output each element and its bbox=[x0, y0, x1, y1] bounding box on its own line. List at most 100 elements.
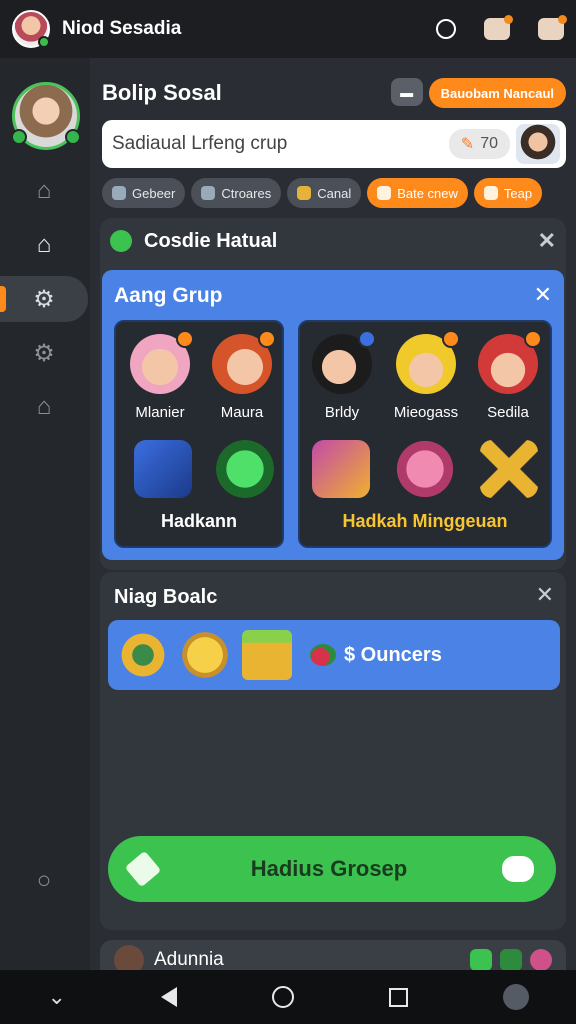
shop-icon[interactable]: ⌂ bbox=[0, 384, 88, 430]
group-card: Cosdie Hatual ✕ Aang Grup ✕ Mlanier Maur… bbox=[100, 218, 566, 570]
chip-bate-cnew[interactable]: Bate cnew bbox=[367, 178, 468, 208]
gear-icon[interactable]: ⚙ bbox=[0, 276, 88, 322]
group-right[interactable]: Brldy Mieogass Sedila Hadkah Minggeuan bbox=[298, 320, 552, 548]
chevron-down-icon[interactable]: ⌄ bbox=[47, 984, 65, 1010]
primary-action-label: Hadius Grosep bbox=[250, 856, 408, 881]
check-icon bbox=[483, 186, 498, 200]
gift-icon bbox=[242, 630, 292, 680]
username-label: Niod Sesadia bbox=[62, 18, 182, 39]
member-name: Maura bbox=[220, 404, 264, 421]
group-left[interactable]: Mlanier Maura Hadkann bbox=[114, 320, 284, 548]
member-avatar bbox=[212, 330, 276, 394]
circle-icon[interactable] bbox=[436, 19, 456, 39]
chip-ctroares[interactable]: Ctroares bbox=[191, 178, 282, 208]
system-nav-bar: ⌄ bbox=[0, 970, 576, 1024]
member-badge bbox=[358, 330, 376, 348]
home-filled-icon[interactable]: ⌂ bbox=[0, 222, 88, 268]
member-mieogass[interactable]: Mieogass bbox=[386, 330, 466, 421]
member-badge bbox=[176, 330, 194, 348]
avatar-badge-left bbox=[11, 129, 27, 145]
phone-item-icon bbox=[134, 440, 192, 498]
assistant-icon[interactable] bbox=[502, 984, 529, 1010]
toolbar-icon-button[interactable]: ▬ bbox=[390, 78, 423, 106]
rewards-strip[interactable]: $ Ouncers bbox=[108, 620, 560, 690]
member-avatar bbox=[396, 330, 460, 394]
pen-icon bbox=[201, 186, 216, 200]
header-action-button[interactable]: Bauobam Nancaul bbox=[428, 78, 566, 108]
chip-gebeer[interactable]: Gebeer bbox=[102, 178, 186, 208]
chip-label: Bate cnew bbox=[397, 185, 458, 201]
group-card-title: Cosdie Hatual bbox=[144, 229, 278, 252]
member-name: Brldy bbox=[324, 404, 360, 421]
currency-label: $ Ouncers bbox=[344, 643, 442, 666]
online-indicator bbox=[38, 36, 50, 48]
gem-item-icon bbox=[396, 440, 454, 498]
filter-chips: Gebeer Ctroares Canal Bate cnew Teap bbox=[102, 178, 543, 208]
chip-teap[interactable]: Teap bbox=[473, 178, 543, 208]
group-panel: Aang Grup ✕ Mlanier Maura Hadkann Brldy … bbox=[102, 270, 564, 560]
currency-label-group: $ Ouncers bbox=[310, 644, 442, 667]
chip-label: Teap bbox=[503, 185, 533, 201]
member-badge bbox=[524, 330, 542, 348]
recents-icon[interactable] bbox=[388, 987, 408, 1007]
search-avatar[interactable] bbox=[516, 124, 560, 164]
coin-icon bbox=[180, 630, 230, 680]
group-panel-title: Aang Grup bbox=[114, 284, 223, 307]
berry-icon bbox=[310, 644, 336, 666]
leaf-icon bbox=[110, 230, 132, 252]
status-bar: Niod Sesadia bbox=[0, 0, 576, 58]
profile-avatar[interactable] bbox=[12, 10, 50, 48]
member-maura[interactable]: Maura bbox=[202, 330, 282, 421]
close-icon[interactable]: ✕ bbox=[538, 228, 556, 254]
chip-canal[interactable]: Canal bbox=[287, 178, 362, 208]
back-icon[interactable] bbox=[160, 987, 177, 1007]
search-placeholder: Sadiaual Lrfeng crup bbox=[112, 133, 288, 154]
group-left-label: Hadkann bbox=[160, 511, 238, 531]
game-icon bbox=[470, 949, 492, 971]
home-outline-icon[interactable]: ⌂ bbox=[0, 168, 88, 214]
chip-label: Ctroares bbox=[221, 185, 272, 201]
candy-icon bbox=[530, 949, 552, 971]
close-icon[interactable]: ✕ bbox=[536, 582, 554, 608]
notification-icon[interactable] bbox=[484, 15, 513, 40]
plant-icon bbox=[500, 949, 522, 971]
tag-icon bbox=[377, 186, 392, 200]
brush-icon bbox=[112, 186, 126, 200]
member-name: Sedila bbox=[487, 404, 529, 421]
sidebar-avatar[interactable] bbox=[11, 82, 81, 150]
primary-action-button[interactable]: Hadius Grosep bbox=[108, 836, 556, 902]
member-name: Mieogass bbox=[393, 404, 459, 421]
search-field[interactable]: Sadiaual Lrfeng crup ✎ 70 bbox=[102, 120, 566, 168]
chip-label: Gebeer bbox=[132, 185, 176, 201]
member-badge bbox=[442, 330, 460, 348]
rewards-card: Niag Boalc ✕ $ Ouncers Hadius Grosep bbox=[100, 572, 566, 930]
search-count-badge[interactable]: ✎ 70 bbox=[448, 129, 510, 159]
emblem-icon bbox=[118, 630, 168, 680]
list-item-label: Adunnia bbox=[154, 949, 224, 970]
chat-bubble-icon bbox=[502, 856, 534, 882]
member-name: Mlanier bbox=[135, 404, 185, 421]
group-right-label: Hadkah Minggeuan bbox=[342, 511, 508, 531]
member-mlanier[interactable]: Mlanier bbox=[120, 330, 200, 421]
member-badge bbox=[258, 330, 276, 348]
sidebar: ⌂ ⌂ ⚙ ⚙ ⌂ ○ bbox=[0, 58, 90, 970]
ring-item-icon bbox=[312, 440, 370, 498]
member-brldy[interactable]: Brldy bbox=[302, 330, 382, 421]
potion-item-icon bbox=[216, 440, 274, 498]
close-panel-icon[interactable]: ✕ bbox=[534, 282, 552, 308]
member-sedila[interactable]: Sedila bbox=[468, 330, 548, 421]
gear-icon-2[interactable]: ⚙ bbox=[0, 330, 88, 376]
chip-label: Canal bbox=[317, 185, 352, 201]
avatar-badge-right bbox=[65, 129, 81, 145]
home-button-icon[interactable] bbox=[271, 986, 294, 1008]
pin-icon: ✎ bbox=[460, 136, 475, 153]
coin-icon bbox=[297, 186, 312, 200]
rewards-card-title: Niag Boalc bbox=[114, 586, 218, 608]
page-title: Bolip Sosal bbox=[102, 80, 222, 105]
member-avatar bbox=[312, 330, 376, 394]
search-icon[interactable]: ○ bbox=[0, 858, 88, 904]
member-avatar bbox=[130, 330, 194, 394]
member-avatar bbox=[478, 330, 542, 394]
settings-icon[interactable] bbox=[538, 15, 567, 40]
search-count: 70 bbox=[480, 135, 498, 152]
